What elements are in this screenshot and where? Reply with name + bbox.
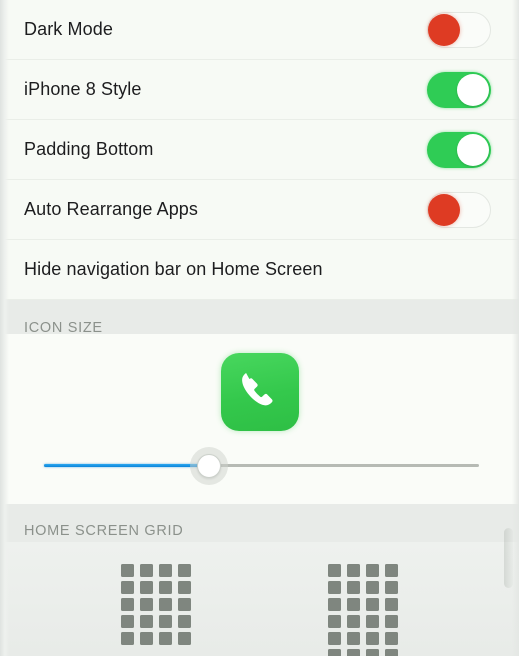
grid-dot [177,598,191,611]
grid-dot [385,598,399,611]
grid-dot [120,632,134,645]
settings-screen: Dark Mode iPhone 8 Style Padding Bottom … [0,0,519,656]
icon-preview-wrap [0,334,519,431]
phone-app-icon [220,353,299,431]
settings-row-auto-rearrange-apps[interactable]: Auto Rearrange Apps [0,180,519,240]
grid-option-4x6[interactable] [328,564,399,656]
grid-dot [158,598,172,611]
grid-dot [158,615,172,628]
grid-dot [328,598,342,611]
grid-dot [177,615,191,628]
settings-rows-group: Dark Mode iPhone 8 Style Padding Bottom … [0,0,519,300]
grid-dot [177,632,191,645]
grid-dot [139,564,153,577]
grid-dot [366,632,380,645]
settings-row-iphone-8-style[interactable]: iPhone 8 Style [0,60,519,120]
grid-dot [328,632,342,645]
grid-dot [120,564,134,577]
grid-option-4x5[interactable] [120,564,191,645]
grid-dot [366,615,380,628]
grid-dot [385,581,399,594]
toggle-knob [457,133,489,166]
grid-dot [385,615,399,628]
grid-dot [120,598,134,611]
grid-preview [328,564,399,656]
phone-icon [241,373,273,406]
grid-dot [177,564,191,577]
settings-row-label: Padding Bottom [24,139,154,159]
grid-dot [120,581,134,594]
settings-row-label: Auto Rearrange Apps [24,199,199,219]
toggle-auto-rearrange-apps[interactable] [427,191,491,228]
grid-dot [328,581,342,594]
grid-dot [347,598,361,611]
grid-dot [347,564,361,577]
grid-dot [158,564,172,577]
settings-row-hide-navigation-bar[interactable]: Hide navigation bar on Home Screen [0,240,519,300]
grid-dot [177,581,191,594]
grid-dot [385,564,399,577]
section-title: ICON SIZE [24,320,103,334]
grid-dot [328,615,342,628]
grid-dot [366,581,380,594]
toggle-knob [428,13,460,46]
icon-size-panel [0,334,519,504]
grid-dot [366,649,380,656]
grid-dot [139,598,153,611]
grid-dot [139,581,153,594]
grid-dot [385,649,399,656]
grid-dot [158,581,172,594]
settings-row-dark-mode[interactable]: Dark Mode [0,0,519,60]
toggle-knob [428,193,460,226]
section-header-icon-size: ICON SIZE [0,300,519,334]
grid-dot [347,649,361,656]
grid-dot [366,564,380,577]
toggle-dark-mode[interactable] [427,11,491,48]
home-screen-grid-panel [0,542,519,656]
grid-dot [120,615,134,628]
grid-dot [328,564,342,577]
grid-dot [366,598,380,611]
grid-dot [139,615,153,628]
settings-row-label: Hide navigation bar on Home Screen [24,259,323,279]
icon-size-slider[interactable] [44,443,479,489]
section-title: HOME SCREEN GRID [24,523,184,539]
grid-preview [120,564,191,645]
toggle-knob [457,73,489,106]
grid-dot [158,632,172,645]
grid-dot [385,632,399,645]
grid-dot [347,581,361,594]
grid-dot [328,649,342,656]
settings-row-label: Dark Mode [24,19,113,39]
grid-dot [347,632,361,645]
grid-dot [139,632,153,645]
slider-fill [44,464,210,467]
section-header-home-screen-grid: HOME SCREEN GRID [0,504,519,542]
settings-row-label: iPhone 8 Style [24,79,142,99]
grid-dot [347,615,361,628]
toggle-iphone-8-style[interactable] [427,71,491,108]
settings-row-padding-bottom[interactable]: Padding Bottom [0,120,519,180]
toggle-padding-bottom[interactable] [427,131,491,168]
